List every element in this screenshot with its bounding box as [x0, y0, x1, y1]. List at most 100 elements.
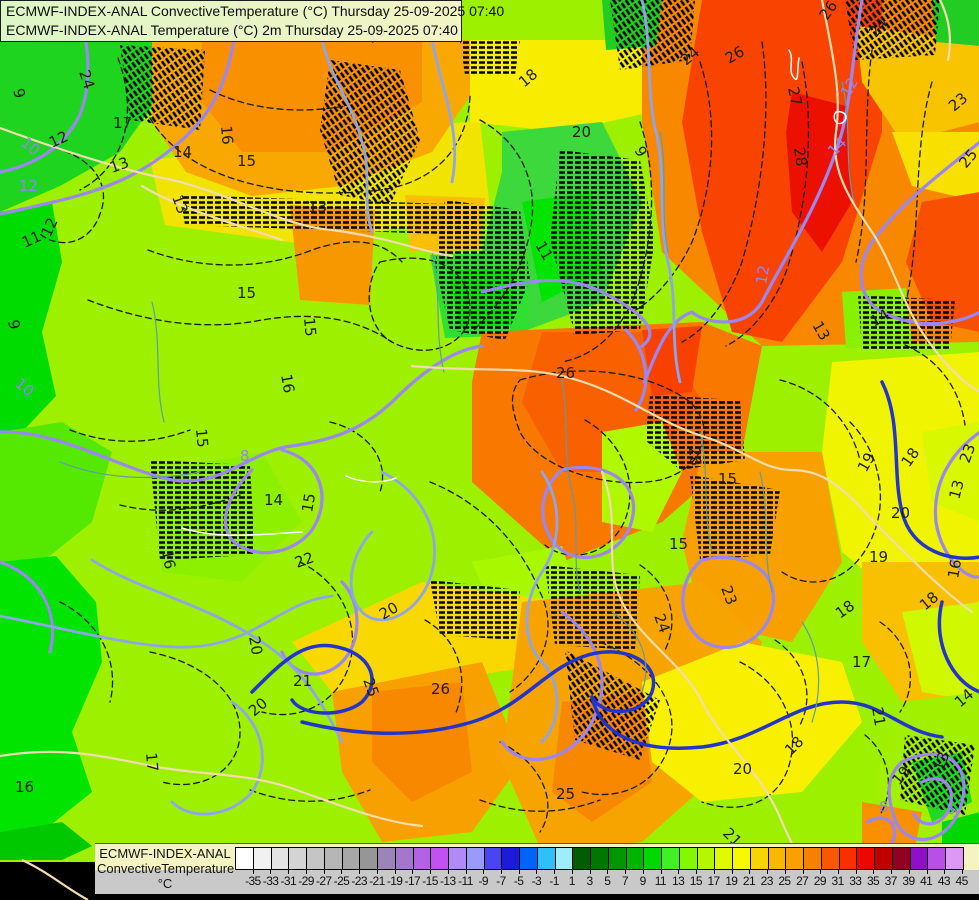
legend-tick-label: -15 — [422, 874, 438, 888]
legend-color-cell — [874, 848, 892, 869]
legend-tick-label: -19 — [386, 874, 403, 888]
legend-tick-label: 43 — [937, 874, 951, 888]
legend-color-cell — [430, 848, 448, 869]
convective-contour-label: 15 — [300, 317, 320, 338]
legend-tick-label: 17 — [707, 874, 720, 888]
legend-color-cell — [678, 848, 697, 869]
convective-contour-label: 16 — [15, 778, 34, 796]
convective-contour-label: 14 — [264, 491, 283, 509]
legend-tick-label: 13 — [672, 874, 685, 888]
legend-color-cell — [341, 848, 360, 869]
convective-contour-label: 15 — [192, 428, 212, 449]
convective-contour-label: 17 — [142, 752, 162, 773]
temperature-2m-contour-label: 8 — [240, 447, 250, 465]
legend-color-cell — [590, 848, 608, 869]
legend-tick-label: 21 — [742, 874, 756, 888]
legend-color-cell — [767, 848, 786, 869]
weather-map-app: 2491017161415131210121112913131515182024… — [0, 0, 979, 900]
legend-color-cell — [519, 848, 537, 869]
convective-contour-label: 16 — [277, 373, 298, 395]
legend-color-cell — [288, 848, 306, 869]
legend-color-cell — [412, 848, 431, 869]
legend-tick-label: 7 — [621, 874, 629, 888]
legend-color-cell — [554, 848, 573, 869]
convective-contour-label: 17 — [113, 114, 132, 132]
legend-model-name: ECMWF-INDEX-ANAL — [99, 846, 231, 861]
legend-tick-label: 41 — [920, 874, 933, 888]
temperature-2m-contour-label: 8 — [879, 798, 889, 816]
convective-contour-label: 26 — [431, 680, 450, 698]
legend-color-cell — [661, 848, 679, 869]
legend-color-cell — [625, 848, 644, 869]
legend-color-cell — [927, 848, 945, 869]
legend-tick-label: 9 — [639, 874, 647, 888]
legend: ECMWF-INDEX-ANAL ConvectiveTemperature °… — [95, 843, 979, 894]
map-blackout-area — [0, 893, 979, 900]
legend-tick-label: 23 — [760, 874, 774, 888]
legend-units: °C — [157, 876, 173, 891]
legend-tick-label: -9 — [478, 874, 488, 888]
legend-tick-label: -29 — [298, 874, 314, 888]
convective-contour-label: 28 — [790, 146, 810, 167]
legend-titles: ECMWF-INDEX-ANAL ConvectiveTemperature °… — [97, 846, 235, 891]
temperature-2m-contour-label: 12 — [19, 177, 38, 195]
legend-color-cell — [323, 848, 342, 869]
legend-tick-label: 5 — [604, 874, 611, 888]
legend-tick-label: -13 — [439, 874, 456, 888]
convective-contour-label: 15 — [718, 470, 737, 488]
legend-parameter-name: ConvectiveTemperature — [97, 861, 235, 876]
legend-tick-label: -11 — [458, 874, 473, 888]
convective-contour-label: 20 — [891, 504, 910, 522]
legend-tick-label: 3 — [586, 874, 593, 888]
legend-tick-label: 31 — [831, 874, 845, 888]
map-title-bar: ECMWF-INDEX-ANAL ConvectiveTemperature (… — [0, 0, 504, 42]
legend-tick-label: -25 — [333, 874, 350, 888]
legend-color-cell — [270, 848, 289, 869]
legend-tick-label: -31 — [280, 874, 297, 888]
legend-colorbar — [235, 847, 964, 870]
legend-tick-label: -27 — [315, 874, 332, 888]
map-title-line2: ECMWF-INDEX-ANAL Temperature (°C) 2m Thu… — [6, 22, 458, 38]
legend-tick-label: 11 — [654, 874, 667, 888]
convective-contour-label: 26 — [685, 446, 705, 467]
convective-contour-label: 14 — [173, 143, 192, 161]
temperature-2m-contour-label: 12 — [752, 264, 773, 286]
convective-contour-label: 15 — [669, 535, 688, 553]
convective-contour-label: 26 — [556, 364, 575, 382]
hatched-gradient-region — [430, 580, 520, 640]
legend-tick-label: -1 — [549, 874, 559, 888]
legend-tick-label: 27 — [796, 874, 809, 888]
weather-map: 2491017161415131210121112913131515182024… — [0, 0, 979, 900]
convective-contour-label: 16 — [158, 549, 179, 571]
convective-contour-label: 21 — [293, 672, 312, 690]
legend-color-cell — [377, 848, 395, 869]
legend-color-cell — [572, 848, 590, 869]
legend-tick-label: 29 — [813, 874, 827, 888]
legend-color-cell — [820, 848, 839, 869]
legend-color-cell — [448, 848, 466, 869]
legend-color-cell — [891, 848, 910, 869]
legend-tick-label: 25 — [778, 874, 791, 888]
legend-tick-label: -35 — [245, 874, 261, 888]
convective-contour-label: 21 — [868, 706, 889, 728]
legend-color-cell — [394, 848, 413, 869]
legend-tick-label: 45 — [955, 874, 969, 888]
legend-tick-label: 37 — [884, 874, 898, 888]
legend-tick-label: 19 — [725, 874, 738, 888]
legend-color-cell — [536, 848, 555, 869]
legend-color-cell — [501, 848, 519, 869]
legend-color-cell — [714, 848, 732, 869]
hatched-gradient-region — [460, 40, 520, 75]
legend-color-cell — [696, 848, 715, 869]
convective-contour-label: 13 — [308, 198, 327, 216]
legend-color-cell — [749, 848, 768, 869]
legend-tick-label: 39 — [902, 874, 915, 888]
legend-color-cell — [483, 848, 502, 869]
convective-contour-label: 19 — [869, 548, 888, 566]
legend-tick-label: -3 — [531, 874, 542, 888]
legend-tick-label: -17 — [404, 874, 421, 888]
legend-color-cell — [785, 848, 803, 869]
legend-tick-label: 1 — [568, 874, 576, 888]
legend-color-cell — [306, 848, 324, 869]
legend-tick-label: 35 — [866, 874, 880, 888]
